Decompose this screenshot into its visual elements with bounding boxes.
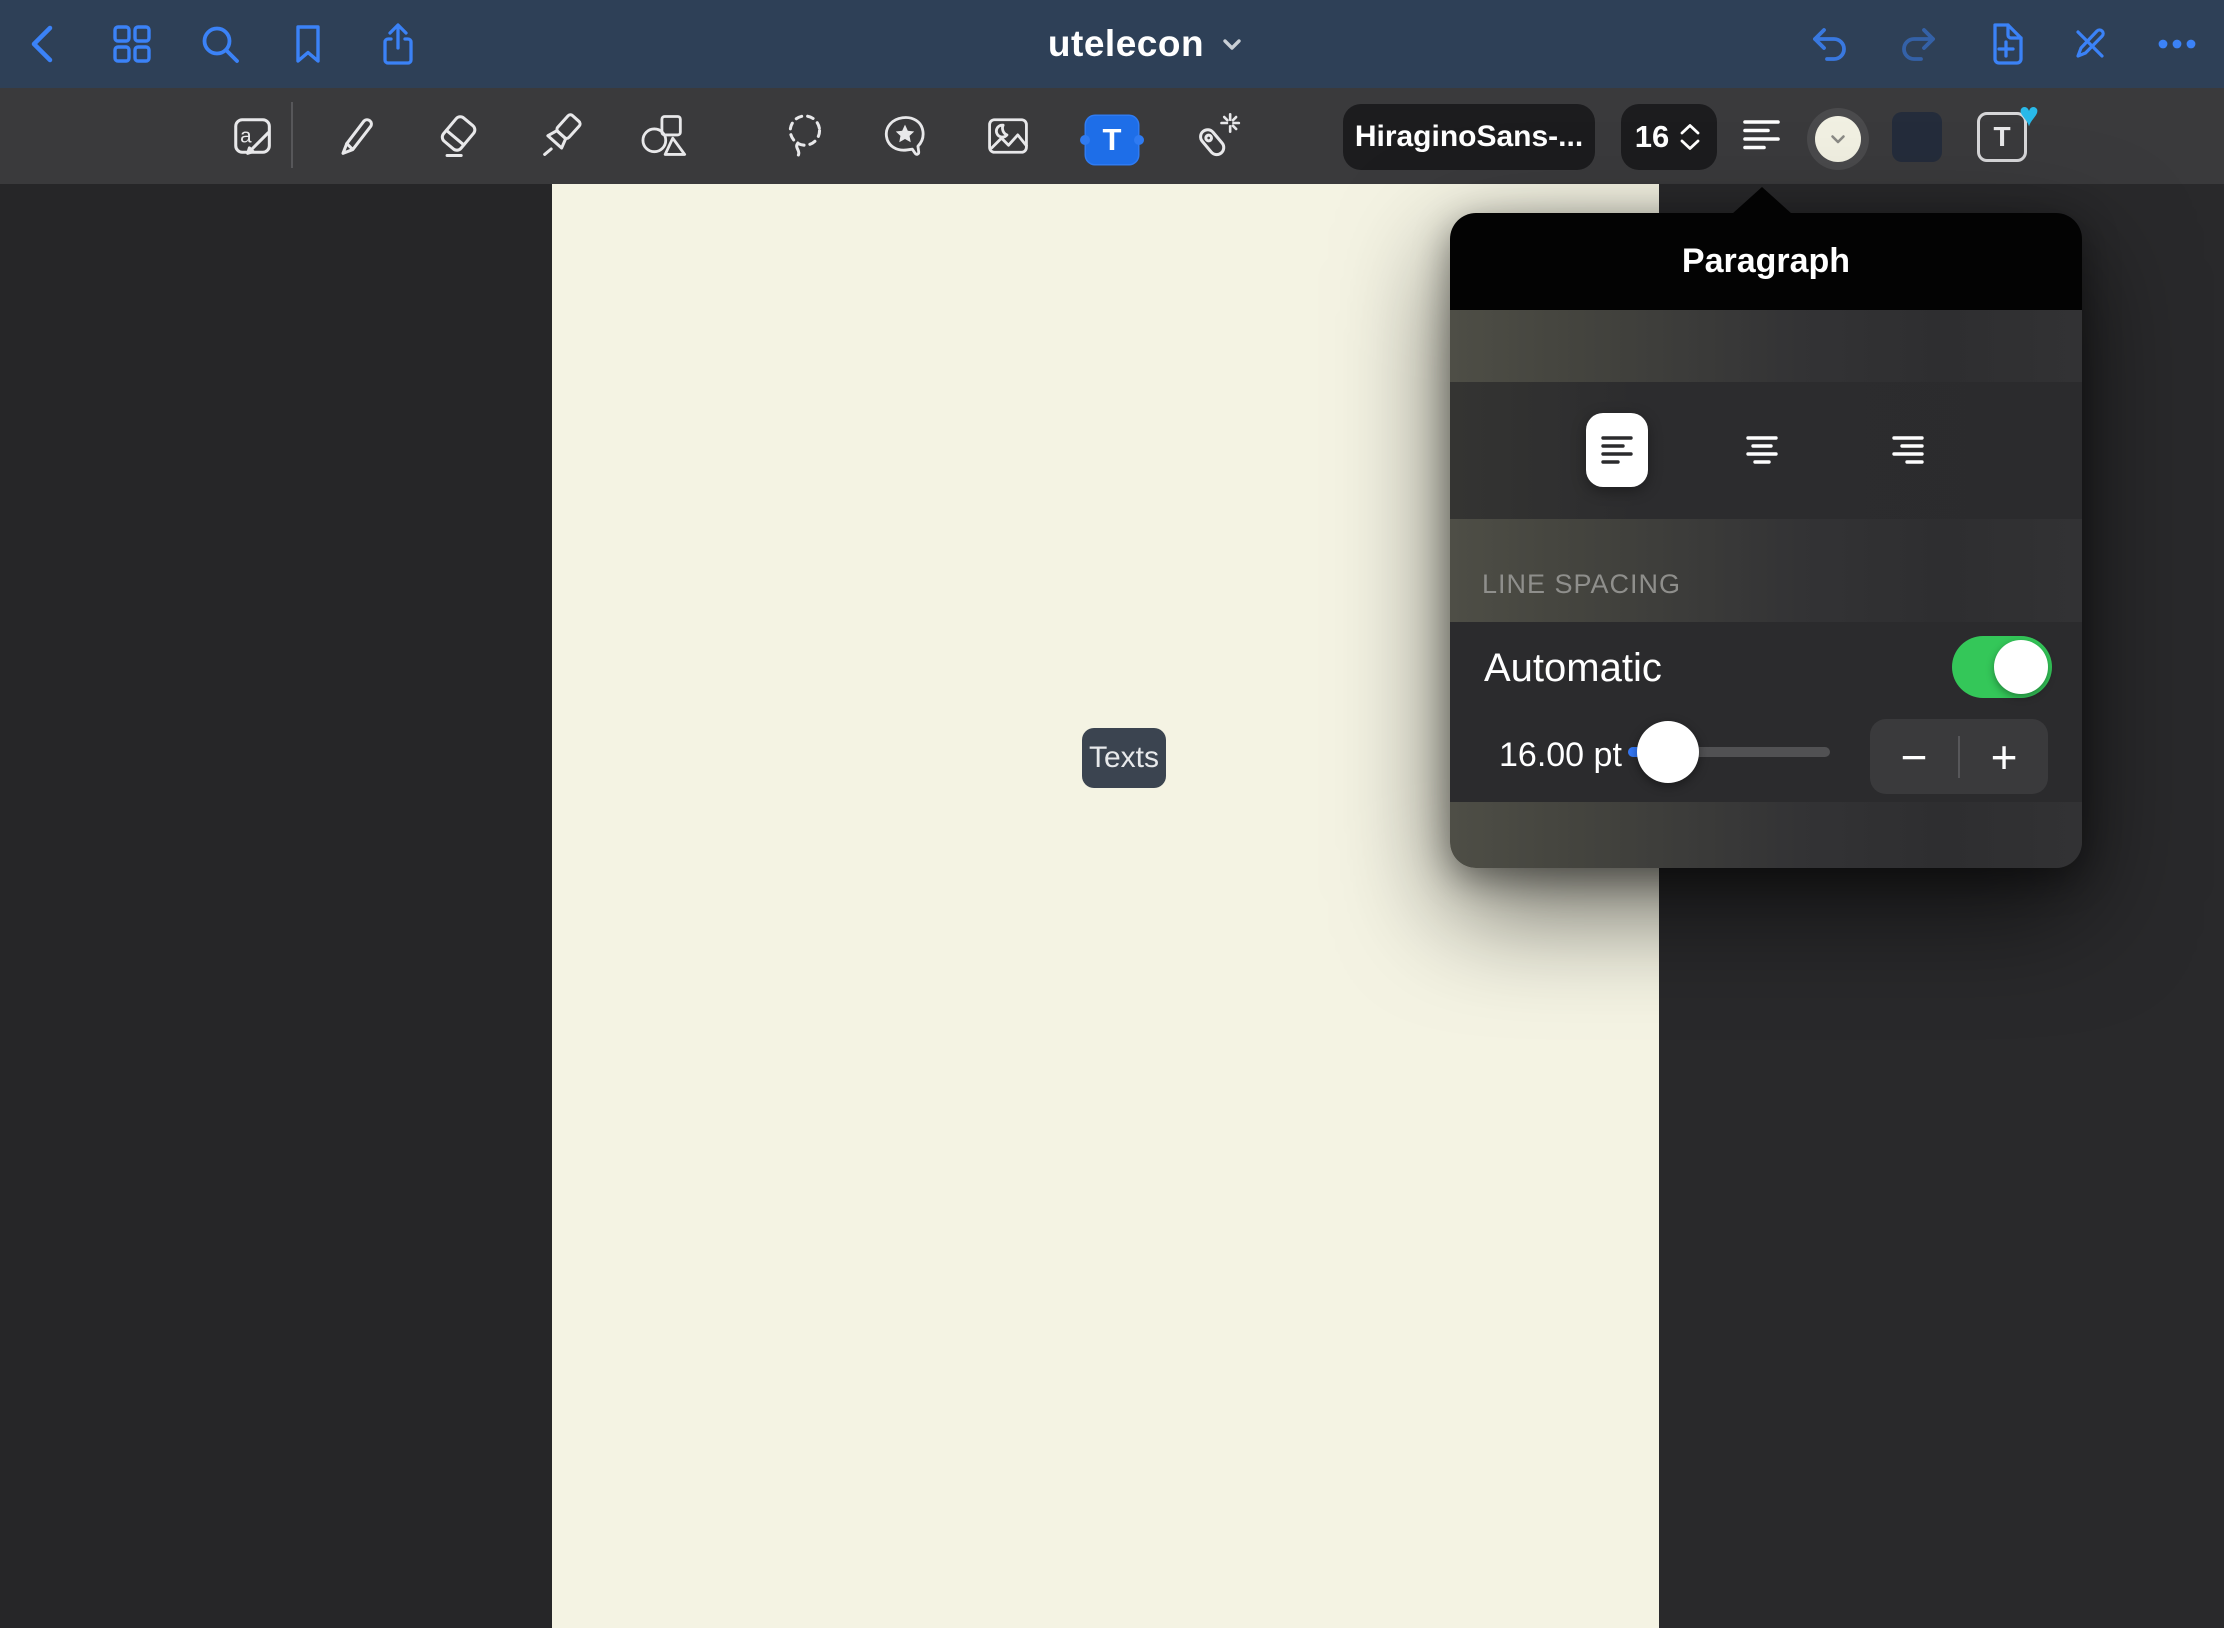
lasso-icon xyxy=(780,110,832,162)
text-object-label: Texts xyxy=(1089,741,1159,775)
align-left-button[interactable] xyxy=(1586,413,1648,487)
pen-icon xyxy=(330,110,382,162)
text-color-swatch[interactable] xyxy=(1807,108,1869,170)
svg-text:a: a xyxy=(240,125,252,148)
share-button[interactable] xyxy=(372,18,424,70)
popover-header: Paragraph xyxy=(1450,213,2082,310)
popover-band-top xyxy=(1450,310,2082,382)
spacing-stepper: − + xyxy=(1870,719,2048,794)
sticker-tool-button[interactable] xyxy=(877,108,933,164)
line-spacing-section-label: LINE SPACING xyxy=(1482,569,1681,600)
color-chevron-down-icon xyxy=(1827,128,1849,150)
font-size-stepper[interactable]: 16 xyxy=(1621,104,1717,170)
secondary-color-swatch[interactable] xyxy=(1892,112,1942,162)
align-left-icon xyxy=(1739,113,1785,159)
align-center-icon xyxy=(1743,431,1781,469)
text-tool-button[interactable]: T xyxy=(1086,116,1138,164)
decrease-spacing-button[interactable]: − xyxy=(1870,719,1958,794)
font-family-button[interactable]: HiraginoSans-... xyxy=(1343,104,1595,170)
ellipsis-icon xyxy=(2153,20,2201,68)
sticker-icon xyxy=(879,110,931,162)
document-title: utelecon xyxy=(1048,23,1204,65)
search-button[interactable] xyxy=(194,18,246,70)
exit-edit-mode-button[interactable] xyxy=(2064,18,2116,70)
add-page-button[interactable] xyxy=(1980,18,2032,70)
toolbar-divider xyxy=(291,102,293,168)
document-title-button[interactable]: utelecon xyxy=(947,0,1347,88)
eraser-tool-button[interactable] xyxy=(431,108,487,164)
slider-thumb[interactable] xyxy=(1637,721,1699,783)
back-icon xyxy=(20,20,68,68)
add-page-icon xyxy=(1982,20,2030,68)
navigation-bar: utelecon xyxy=(0,0,2224,88)
app-screen: utelecon xyxy=(0,0,2224,1628)
lasso-tool-button[interactable] xyxy=(778,108,834,164)
text-tool-right-handle xyxy=(1134,135,1144,145)
popover-band-bottom xyxy=(1450,802,2082,868)
laser-pointer-tool-button[interactable] xyxy=(1187,108,1243,164)
text-color-preview xyxy=(1815,116,1861,162)
text-object[interactable]: Texts xyxy=(1082,728,1166,788)
align-right-button[interactable] xyxy=(1877,413,1939,487)
shapes-tool-button[interactable] xyxy=(635,108,691,164)
undo-icon xyxy=(1806,20,1854,68)
bookmark-icon xyxy=(284,20,332,68)
spacing-slider-row: 16.00 pt − + xyxy=(1450,712,2082,802)
laser-pointer-icon xyxy=(1189,110,1241,162)
align-center-button[interactable] xyxy=(1731,413,1793,487)
eraser-icon xyxy=(433,110,485,162)
pen-cross-icon xyxy=(2066,20,2114,68)
shapes-icon xyxy=(637,110,689,162)
font-size-value: 16 xyxy=(1635,119,1669,155)
automatic-toggle[interactable] xyxy=(1952,636,2052,698)
pages-grid-icon xyxy=(108,20,156,68)
highlighter-icon xyxy=(536,110,588,162)
share-icon xyxy=(374,20,422,68)
redo-button[interactable] xyxy=(1892,18,1944,70)
more-options-button[interactable] xyxy=(2151,18,2203,70)
align-left-icon xyxy=(1598,431,1636,469)
read-mode-icon: a xyxy=(226,110,278,162)
search-icon xyxy=(196,20,244,68)
text-style-label: T xyxy=(1993,121,2010,153)
text-tool-label: T xyxy=(1103,122,1122,158)
bookmark-button[interactable] xyxy=(282,18,334,70)
redo-icon xyxy=(1894,20,1942,68)
popover-title: Paragraph xyxy=(1682,242,1850,281)
undo-button[interactable] xyxy=(1804,18,1856,70)
image-icon xyxy=(982,110,1034,162)
text-style-favorite-button[interactable]: T ♥ xyxy=(1977,112,2027,162)
favorite-heart-icon: ♥ xyxy=(2019,98,2039,132)
automatic-label: Automatic xyxy=(1484,646,1662,691)
line-spacing-controls: Automatic 16.00 pt − + xyxy=(1450,622,2082,802)
alignment-options-row xyxy=(1450,382,2082,519)
align-right-icon xyxy=(1889,431,1927,469)
tools-toolbar: a xyxy=(0,88,2224,184)
read-mode-button[interactable]: a xyxy=(224,108,280,164)
back-button[interactable] xyxy=(18,18,70,70)
size-stepper-chevrons-icon xyxy=(1677,122,1703,152)
line-spacing-section: LINE SPACING xyxy=(1450,519,2082,622)
popover-caret xyxy=(1732,187,1792,214)
title-chevron-down-icon xyxy=(1218,30,1246,58)
automatic-row: Automatic xyxy=(1450,622,2082,712)
image-tool-button[interactable] xyxy=(980,108,1036,164)
font-family-label: HiraginoSans-... xyxy=(1355,120,1583,154)
increase-spacing-button[interactable]: + xyxy=(1960,719,2048,794)
line-spacing-value: 16.00 pt xyxy=(1499,736,1622,775)
paragraph-popover: Paragraph xyxy=(1450,213,2082,868)
pen-tool-button[interactable] xyxy=(328,108,384,164)
toggle-knob xyxy=(1994,640,2048,694)
highlighter-tool-button[interactable] xyxy=(534,108,590,164)
pages-overview-button[interactable] xyxy=(106,18,158,70)
text-tool-left-handle xyxy=(1080,135,1090,145)
text-align-button[interactable] xyxy=(1738,112,1786,160)
